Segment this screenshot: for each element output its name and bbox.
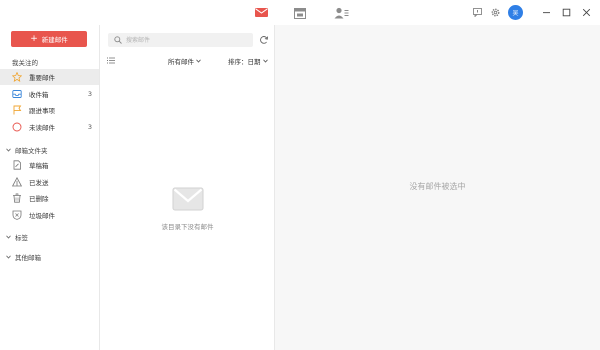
- avatar-initial: 吴: [512, 10, 519, 17]
- empty-list-state: 该目录下没有邮件: [100, 187, 275, 231]
- tags-group-label: 标签: [15, 234, 28, 242]
- folder-filter-dropdown[interactable]: 所有邮件: [168, 56, 201, 66]
- chevron-down-icon: [6, 235, 11, 239]
- trash-icon: [12, 193, 22, 203]
- close-button[interactable]: [579, 5, 593, 19]
- sidebar-item-spam[interactable]: 垃圾邮件: [0, 207, 99, 223]
- list-menu-icon: [107, 57, 115, 64]
- sidebar: + 新建邮件 我关注的 重要邮件 收件箱 3 跟进事项 未读邮件 3 邮箱文件夹…: [0, 25, 100, 350]
- unread-count: 3: [87, 90, 92, 98]
- calendar-icon: [294, 7, 306, 19]
- sidebar-item-label: 重要邮件: [29, 74, 55, 82]
- refresh-button[interactable]: [259, 35, 269, 45]
- title-bar: 吴: [0, 0, 600, 25]
- feedback-button[interactable]: [470, 5, 484, 19]
- chat-bubble-icon: [472, 7, 482, 17]
- maximize-icon: [562, 8, 570, 16]
- sidebar-item-deleted[interactable]: 已删除: [0, 190, 99, 206]
- batch-select-button[interactable]: [107, 57, 115, 66]
- other-mailboxes-group-label: 其他邮箱: [15, 254, 41, 262]
- search-input[interactable]: [126, 34, 246, 46]
- search-box[interactable]: [108, 33, 253, 47]
- sidebar-item-label: 跟进事项: [29, 107, 55, 115]
- refresh-icon: [260, 36, 269, 44]
- sidebar-item-label: 草稿箱: [29, 162, 49, 170]
- settings-button[interactable]: [488, 5, 502, 19]
- draft-icon: [12, 160, 22, 170]
- minimize-button[interactable]: [539, 5, 553, 19]
- inbox-icon: [12, 89, 22, 99]
- close-icon: [582, 8, 590, 16]
- chevron-down-icon: [262, 59, 268, 63]
- sidebar-item-important[interactable]: 重要邮件: [0, 69, 99, 85]
- sort-label: 排序：日期: [228, 58, 261, 66]
- new-mail-button[interactable]: + 新建邮件: [11, 31, 87, 47]
- star-icon: [12, 72, 22, 82]
- message-list-pane: 所有邮件 排序：日期 该目录下没有邮件: [100, 25, 275, 350]
- avatar[interactable]: 吴: [508, 5, 523, 20]
- sidebar-item-label: 未读邮件: [29, 124, 55, 132]
- sidebar-item-label: 收件箱: [29, 91, 49, 99]
- list-toolbar: 所有邮件 排序：日期: [100, 55, 275, 67]
- mail-icon: [254, 8, 268, 17]
- sort-dropdown[interactable]: 排序：日期: [228, 56, 268, 66]
- sidebar-item-label: 已发送: [29, 179, 49, 187]
- tab-contacts[interactable]: [332, 5, 350, 20]
- reading-pane: 没有邮件被选中: [275, 25, 600, 350]
- folders-group-toggle[interactable]: 邮箱文件夹: [6, 144, 48, 156]
- tab-mail[interactable]: [252, 5, 270, 20]
- sidebar-item-label: 垃圾邮件: [29, 212, 55, 220]
- contacts-icon: [334, 7, 348, 18]
- spam-icon: [12, 210, 22, 220]
- empty-list-message: 该目录下没有邮件: [161, 223, 214, 231]
- sidebar-item-drafts[interactable]: 草稿箱: [0, 157, 99, 173]
- folder-filter-label: 所有邮件: [168, 58, 194, 66]
- new-mail-label: 新建邮件: [41, 36, 68, 44]
- minimize-icon: [542, 11, 550, 13]
- chevron-down-icon: [6, 148, 11, 152]
- no-selection-message: 没有邮件被选中: [409, 182, 466, 191]
- maximize-button[interactable]: [559, 5, 573, 19]
- tags-group-toggle[interactable]: 标签: [6, 231, 28, 243]
- app-switcher: [244, 0, 356, 25]
- folders-group-label: 邮箱文件夹: [15, 147, 48, 155]
- chevron-down-icon: [6, 255, 11, 259]
- flag-icon: [12, 105, 22, 115]
- unread-circle-icon: [12, 122, 22, 132]
- search-icon: [114, 36, 122, 46]
- plus-icon: +: [30, 33, 38, 44]
- sidebar-item-sent[interactable]: 已发送: [0, 174, 99, 190]
- chevron-down-icon: [196, 59, 201, 63]
- sidebar-item-label: 已删除: [29, 195, 49, 203]
- gear-icon: [491, 8, 499, 16]
- sidebar-item-inbox[interactable]: 收件箱 3: [0, 86, 99, 102]
- section-focus-title: 我关注的: [12, 59, 38, 67]
- envelope-icon: [172, 187, 203, 211]
- sent-icon: [12, 177, 22, 187]
- tab-calendar[interactable]: [291, 5, 309, 20]
- sidebar-item-follow-up[interactable]: 跟进事项: [0, 102, 99, 118]
- sidebar-item-unread[interactable]: 未读邮件 3: [0, 119, 99, 135]
- other-mailboxes-group-toggle[interactable]: 其他邮箱: [6, 251, 41, 263]
- unread-count: 3: [87, 123, 92, 131]
